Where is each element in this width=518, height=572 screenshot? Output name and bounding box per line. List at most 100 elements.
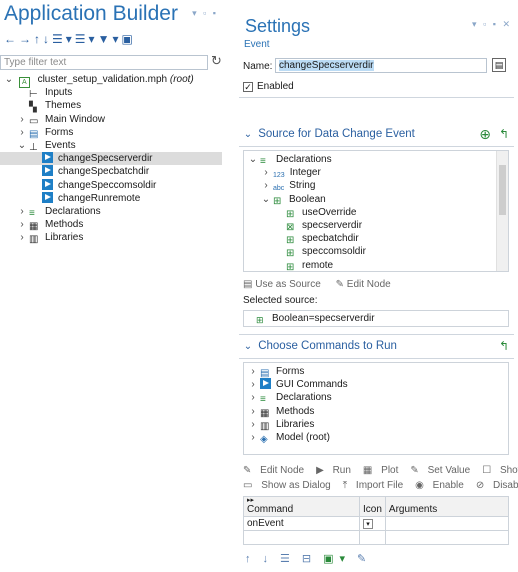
filter-icon[interactable]: ▼▾ [98,32,122,46]
enable-button[interactable]: ◉ Enable [415,480,470,491]
table-row[interactable]: onEvent ▾ [243,516,510,531]
command-tree-item[interactable]: › ▦ Methods [244,405,508,419]
set-value-button[interactable]: ✎ Set Value [410,465,476,476]
chevron-right-icon[interactable]: › [17,231,27,244]
source-tree-item[interactable]: ⌄ ≡ Declarations [244,153,508,167]
chevron-right-icon[interactable]: › [17,218,27,231]
plot-button[interactable]: ▦ Plot [363,465,404,476]
tree-root[interactable]: ⌄ A cluster_setup_validation.mph (root) [0,73,222,88]
collapse-icon[interactable]: ☰▾ [75,32,98,46]
use-as-source-button[interactable]: ▤ Use as Source [243,279,327,290]
chevron-down-icon[interactable]: ⌄ [17,139,27,152]
tree-item-label: Libraries [45,232,84,244]
command-tree-item[interactable]: › GUI Commands [244,378,508,391]
tree-item[interactable]: ▚ Themes [0,99,222,113]
command-tree-item[interactable]: › ▥ Libraries [244,418,508,432]
scrollbar[interactable] [496,151,508,271]
tree-item[interactable]: ⌄ ⊥ Events [0,139,222,153]
tree-filter-input[interactable]: Type filter text [0,55,208,70]
source-tree-item[interactable]: › 123 Integer [244,166,508,179]
command-icon-picker-icon[interactable]: ▾ [363,519,373,529]
tree-item[interactable]: changeRunremote [0,191,222,205]
source-tree-item[interactable]: ⊞ remote [244,259,508,272]
import-file-button[interactable]: ⤒ Import File [343,480,409,491]
arguments-cell[interactable] [384,516,510,531]
scrollbar-thumb[interactable] [499,165,506,215]
tree-item[interactable]: changeSpeccomsoldir [0,178,222,192]
icon-column-header[interactable]: Icon [359,496,386,517]
command-tree-item[interactable]: › ◈ Model (root) [244,431,508,445]
chevron-right-icon[interactable]: › [248,418,258,431]
checkbox-checked-icon[interactable]: ✓ [243,82,253,92]
window-controls[interactable]: ▾ ▫ ▪ ✕ [472,19,512,30]
tree-item[interactable]: changeSpecbatchdir [0,165,222,178]
empty-cell[interactable] [359,530,386,545]
chevron-down-icon[interactable]: ⌄ [248,153,258,166]
chevron-right-icon[interactable]: › [248,405,258,418]
tree-item[interactable]: › ▤ Forms [0,126,222,140]
chevron-right-icon[interactable]: › [261,179,271,192]
chevron-right-icon[interactable]: › [248,391,258,404]
clear-icon[interactable]: ↰ [499,335,509,357]
source-tree-item[interactable]: ⊞ useOverride [244,206,508,220]
empty-cell[interactable] [384,530,510,545]
tree-item[interactable]: ⊢ Inputs [0,86,222,100]
run-button[interactable]: ▶ Run [316,465,357,476]
tree-item[interactable]: › ▭ Main Window [0,113,222,127]
edit-icon[interactable]: ✎ [357,553,372,565]
source-tree-item[interactable]: ⌄ ⊞ Boolean [244,193,508,207]
chevron-down-icon[interactable]: ⌄ [4,73,14,86]
tree-item[interactable]: › ▥ Libraries [0,231,222,245]
table-row[interactable] [243,530,510,545]
command-column-header[interactable]: ▸▸ Command [243,496,360,517]
tree-item[interactable]: changeSpecserverdir [0,152,222,166]
command-cell[interactable]: onEvent [243,516,360,531]
arguments-column-header[interactable]: Arguments [384,496,510,517]
command-tree-item[interactable]: › ≡ Declarations [244,391,508,405]
add-command-icon[interactable]: ▣▾ [323,553,351,565]
add-icon[interactable]: ⊕ [479,123,491,145]
source-tree-item[interactable]: ⊞ specbatchdir [244,232,508,246]
source-section-header[interactable]: ⌄ Source for Data Change Event ⊕ ↰ [243,123,513,145]
source-tree-item[interactable]: › abc String [244,179,508,192]
show-icon[interactable]: ▣ [121,32,135,46]
delete-icon[interactable]: ☰ [280,553,296,565]
chevron-down-icon: ⌄ [243,129,253,140]
chevron-right-icon[interactable]: › [17,205,27,218]
source-tree-item[interactable]: ⊞ speccomsoldir [244,245,508,259]
enabled-checkbox[interactable]: ✓ Enabled [243,81,294,92]
tree-item[interactable]: › ▦ Methods [0,218,222,232]
chevron-right-icon[interactable]: › [17,113,27,126]
rename-icon[interactable]: ▤ [492,58,506,72]
name-field[interactable]: changeSpecserverdir [275,58,487,73]
chevron-right-icon[interactable]: › [248,431,258,444]
edit-node-button[interactable]: ✎ Edit Node [243,465,310,476]
forward-arrow-icon[interactable]: → [19,32,34,46]
chevron-down-icon[interactable]: ⌄ [261,193,271,206]
chevron-right-icon[interactable]: › [261,166,271,179]
move-down-icon[interactable]: ↓ [263,553,275,565]
chevron-right-icon[interactable]: › [248,365,258,378]
commands-section-header[interactable]: ⌄ Choose Commands to Run ↰ [243,335,513,357]
command-tree-item[interactable]: › ▤ Forms [244,365,508,379]
source-tree-item[interactable]: ⊠ specserverdir [244,219,508,233]
move-down-icon[interactable]: ↓ [43,32,52,46]
clear-icon[interactable]: ↰ [499,123,509,145]
chevron-right-icon[interactable]: › [17,126,27,139]
expand-icon[interactable]: ☰▾ [52,32,75,46]
back-arrow-icon[interactable]: ← [4,32,19,46]
show-as-dialog-button[interactable]: ▭ Show as Dialog [243,480,337,491]
empty-cell[interactable] [243,530,360,545]
disable-button[interactable]: ⊘ Disable [476,480,518,491]
chevron-right-icon[interactable]: › [248,378,258,391]
move-up-icon[interactable]: ↑ [245,553,257,565]
show-button[interactable]: ☐ Show [482,465,518,476]
tree-item[interactable]: › ≡ Declarations [0,205,222,219]
move-up-icon[interactable]: ↑ [34,32,43,46]
window-controls[interactable]: ▾ ▫ ▪ [192,8,218,19]
toolbar-label: Run [332,465,351,476]
refresh-icon[interactable]: ↻ [211,53,222,69]
extract-icon[interactable]: ⊟ [302,553,317,565]
icon-cell[interactable]: ▾ [359,516,386,531]
edit-node-button[interactable]: ✎ Edit Node [336,279,397,290]
